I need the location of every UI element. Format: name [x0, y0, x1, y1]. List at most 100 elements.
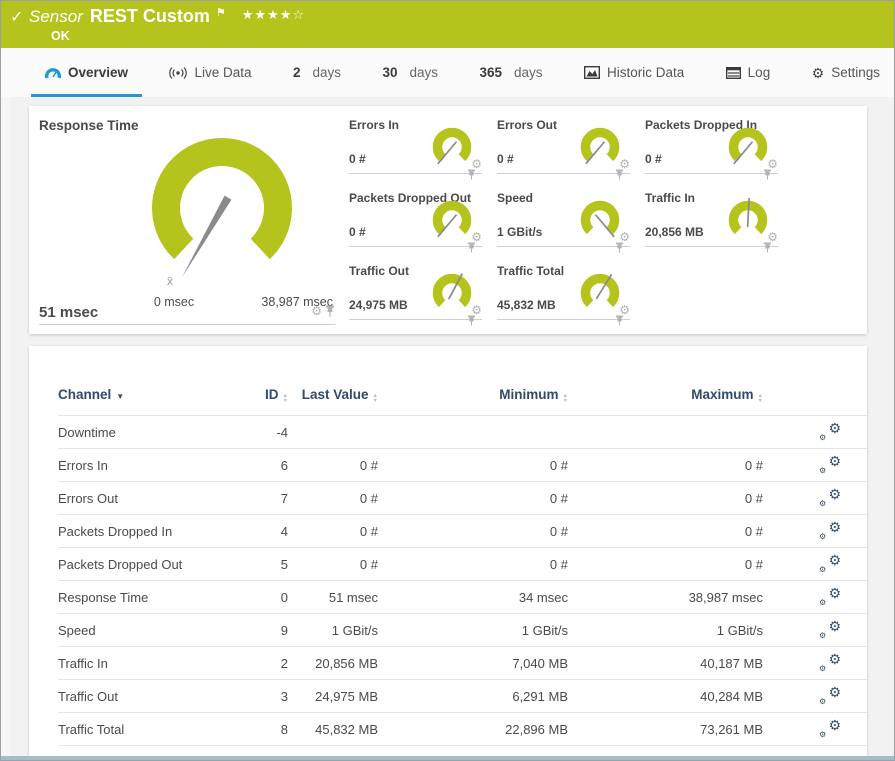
edit-channel-gears-icon[interactable]: ⚙ ⚙ — [819, 587, 841, 605]
settings-gear-icon: ⚙ — [812, 66, 825, 80]
channel-row[interactable]: Packets Dropped Out 5 0 # 0 # 0 # ⚙ ⚙ — [58, 548, 867, 581]
broadcast-icon — [169, 67, 187, 79]
channel-name-cell[interactable]: Errors In — [58, 449, 228, 482]
channel-id-cell: 9 — [228, 614, 288, 647]
gauge-cell-packets-dropped-in: Packets Dropped In 0 # ⚙ — [645, 111, 778, 174]
channel-name-cell[interactable]: Traffic Out — [58, 680, 228, 713]
tab-historic-data-label: Historic Data — [607, 65, 684, 80]
tab-overview[interactable]: Overview — [31, 48, 142, 97]
gauge-title: Errors Out — [497, 118, 557, 132]
pin-icon[interactable] — [763, 242, 772, 253]
flag-icon[interactable]: ⚑ — [216, 7, 226, 19]
edit-channel-gears-icon[interactable]: ⚙ ⚙ — [819, 686, 841, 704]
pin-icon[interactable] — [325, 305, 335, 317]
pin-icon[interactable] — [615, 315, 624, 326]
mini-gauge — [724, 195, 772, 243]
edit-channel-gears-icon[interactable]: ⚙ ⚙ — [819, 455, 841, 473]
mini-gauge — [576, 268, 624, 316]
gauge-value: 1 GBit/s — [497, 225, 542, 239]
edit-channel-gears-icon[interactable]: ⚙ ⚙ — [819, 719, 841, 737]
priority-stars[interactable]: ★★★★☆ — [242, 7, 305, 22]
channels-table: Channel▼ ID▲▼ Last Value▲▼ Minimum▲▼ Max… — [58, 346, 867, 746]
sensor-type-label: Sensor — [29, 7, 83, 26]
channel-name-cell[interactable]: Packets Dropped Out — [58, 548, 228, 581]
tab-historic-data[interactable]: Historic Data — [570, 48, 698, 97]
pin-icon[interactable] — [467, 242, 476, 253]
window-bottom-edge — [1, 756, 894, 760]
tab-log[interactable]: Log — [712, 48, 785, 97]
column-header-last-value-label: Last Value — [302, 387, 369, 402]
edit-channel-gears-icon[interactable]: ⚙ ⚙ — [819, 521, 841, 539]
pin-icon[interactable] — [763, 169, 772, 180]
channel-id-cell: 0 — [228, 581, 288, 614]
mini-gauge — [576, 195, 624, 243]
channel-name-cell[interactable]: Response Time — [58, 581, 228, 614]
channel-row[interactable]: Speed 9 1 GBit/s 1 GBit/s 1 GBit/s ⚙ ⚙ — [58, 614, 867, 647]
edit-channel-gears-icon[interactable]: ⚙ ⚙ — [819, 554, 841, 572]
channel-last-value-cell: 45,832 MB — [288, 713, 378, 746]
main-gauge-title: Response Time — [39, 118, 139, 133]
channel-maximum-cell: 0 # — [568, 449, 763, 482]
pin-icon[interactable] — [467, 315, 476, 326]
gauge-value: 24,975 MB — [349, 298, 408, 312]
gauge-cell-speed: Speed 1 GBit/s ⚙ — [497, 184, 630, 247]
channel-actions-cell: ⚙ ⚙ — [763, 482, 867, 515]
tab-2-days-number: 2 — [293, 65, 301, 80]
pin-icon[interactable] — [615, 169, 624, 180]
gauge-value: 45,832 MB — [497, 298, 556, 312]
channel-last-value-cell: 0 # — [288, 515, 378, 548]
pin-icon[interactable] — [615, 242, 624, 253]
edit-channel-gears-icon[interactable]: ⚙ ⚙ — [819, 488, 841, 506]
channel-row[interactable]: Traffic Total 8 45,832 MB 22,896 MB 73,2… — [58, 713, 867, 746]
channel-row[interactable]: Response Time 0 51 msec 34 msec 38,987 m… — [58, 581, 867, 614]
column-header-maximum[interactable]: Maximum▲▼ — [568, 346, 763, 416]
channel-row[interactable]: Downtime -4 ⚙ ⚙ — [58, 416, 867, 449]
tab-2-days[interactable]: 2 days — [279, 48, 355, 97]
channel-name-cell[interactable]: Traffic In — [58, 647, 228, 680]
tab-overview-label: Overview — [68, 65, 128, 80]
gauge-title: Traffic In — [645, 191, 695, 205]
edit-channel-gears-icon[interactable]: ⚙ ⚙ — [819, 620, 841, 638]
channel-row[interactable]: Errors In 6 0 # 0 # 0 # ⚙ ⚙ — [58, 449, 867, 482]
gauges-panel: Response Time x̄ 0 msec 38,987 msec 51 m… — [29, 106, 867, 334]
edit-channel-gears-icon[interactable]: ⚙ ⚙ — [819, 653, 841, 671]
gauge-average-marker: x̄ — [167, 274, 173, 288]
tab-live-data[interactable]: Live Data — [155, 48, 265, 97]
tab-30-days[interactable]: 30 days — [368, 48, 452, 97]
channel-id-cell: 8 — [228, 713, 288, 746]
gauge-cell-traffic-in: Traffic In 20,856 MB ⚙ — [645, 184, 778, 247]
gauge-cell-traffic-out: Traffic Out 24,975 MB ⚙ — [349, 257, 482, 320]
column-header-minimum[interactable]: Minimum▲▼ — [378, 346, 568, 416]
gauge-title: Traffic Total — [497, 264, 564, 278]
channel-row[interactable]: Packets Dropped In 4 0 # 0 # 0 # ⚙ ⚙ — [58, 515, 867, 548]
channel-row[interactable]: Errors Out 7 0 # 0 # 0 # ⚙ ⚙ — [58, 482, 867, 515]
channel-minimum-cell: 22,896 MB — [378, 713, 568, 746]
gauge-cell-packets-dropped-out: Packets Dropped Out 0 # ⚙ — [349, 184, 482, 247]
tab-settings[interactable]: ⚙ Settings — [798, 48, 894, 97]
mini-gauge — [428, 195, 476, 243]
channel-row[interactable]: Traffic In 2 20,856 MB 7,040 MB 40,187 M… — [58, 647, 867, 680]
channel-settings-gear-icon[interactable]: ⚙ — [311, 305, 322, 317]
column-header-id[interactable]: ID▲▼ — [228, 346, 288, 416]
channel-name-cell[interactable]: Packets Dropped In — [58, 515, 228, 548]
channel-maximum-cell: 0 # — [568, 515, 763, 548]
column-header-channel[interactable]: Channel▼ — [58, 346, 228, 416]
column-header-last-value[interactable]: Last Value▲▼ — [288, 346, 378, 416]
channel-name-cell[interactable]: Downtime — [58, 416, 228, 449]
pin-icon[interactable] — [467, 169, 476, 180]
gauge-cell-errors-out: Errors Out 0 # ⚙ — [497, 111, 630, 174]
mini-gauge — [428, 122, 476, 170]
tab-30-days-number: 30 — [382, 65, 397, 80]
channel-name-cell[interactable]: Errors Out — [58, 482, 228, 515]
channel-maximum-cell: 38,987 msec — [568, 581, 763, 614]
channel-minimum-cell: 0 # — [378, 482, 568, 515]
channel-actions-cell: ⚙ ⚙ — [763, 449, 867, 482]
channel-row[interactable]: Traffic Out 3 24,975 MB 6,291 MB 40,284 … — [58, 680, 867, 713]
channel-id-cell: 3 — [228, 680, 288, 713]
channel-last-value-cell: 0 # — [288, 548, 378, 581]
channel-name-cell[interactable]: Traffic Total — [58, 713, 228, 746]
edit-channel-gears-icon[interactable]: ⚙ ⚙ — [819, 422, 841, 440]
channel-name-cell[interactable]: Speed — [58, 614, 228, 647]
mini-gauge — [428, 268, 476, 316]
tab-365-days[interactable]: 365 days — [465, 48, 556, 97]
